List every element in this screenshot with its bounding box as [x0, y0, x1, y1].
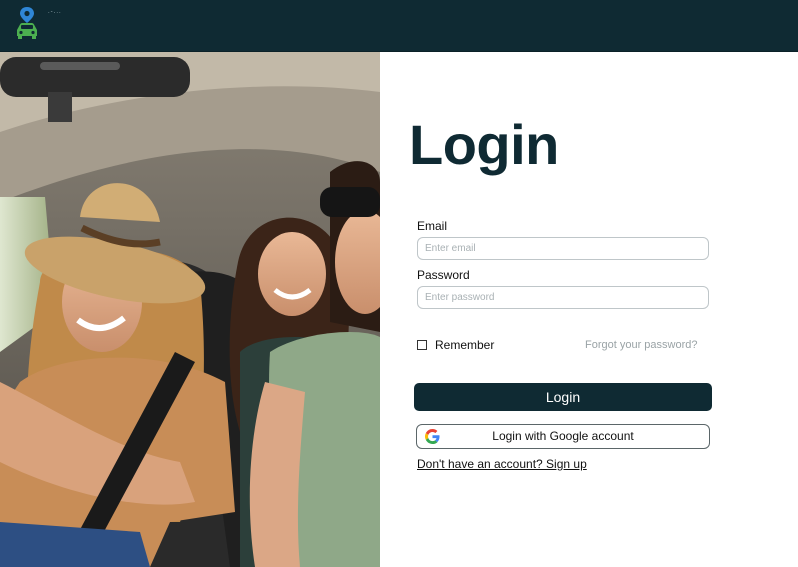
google-login-label: Login with Google account: [492, 429, 634, 443]
car-location-pin-icon[interactable]: [12, 6, 42, 40]
google-icon: [425, 429, 440, 444]
hero-photo: [0, 52, 380, 567]
photo-friends-in-car: [0, 52, 380, 567]
password-label: Password: [417, 268, 470, 282]
top-navigation-bar: .-...: [0, 0, 798, 52]
forgot-password-link[interactable]: Forgot your password?: [585, 339, 698, 351]
password-field[interactable]: [417, 286, 709, 309]
email-field[interactable]: [417, 237, 709, 260]
remember-row[interactable]: Remember: [417, 338, 494, 352]
remember-checkbox[interactable]: [417, 340, 427, 350]
signup-link[interactable]: Don't have an account? Sign up: [417, 457, 587, 471]
remember-label: Remember: [435, 338, 495, 352]
page-title: Login: [409, 113, 559, 176]
google-login-button[interactable]: Login with Google account: [416, 424, 710, 449]
login-button[interactable]: Login: [414, 383, 712, 411]
logo-text: .-...: [48, 9, 62, 15]
email-label: Email: [417, 219, 448, 233]
